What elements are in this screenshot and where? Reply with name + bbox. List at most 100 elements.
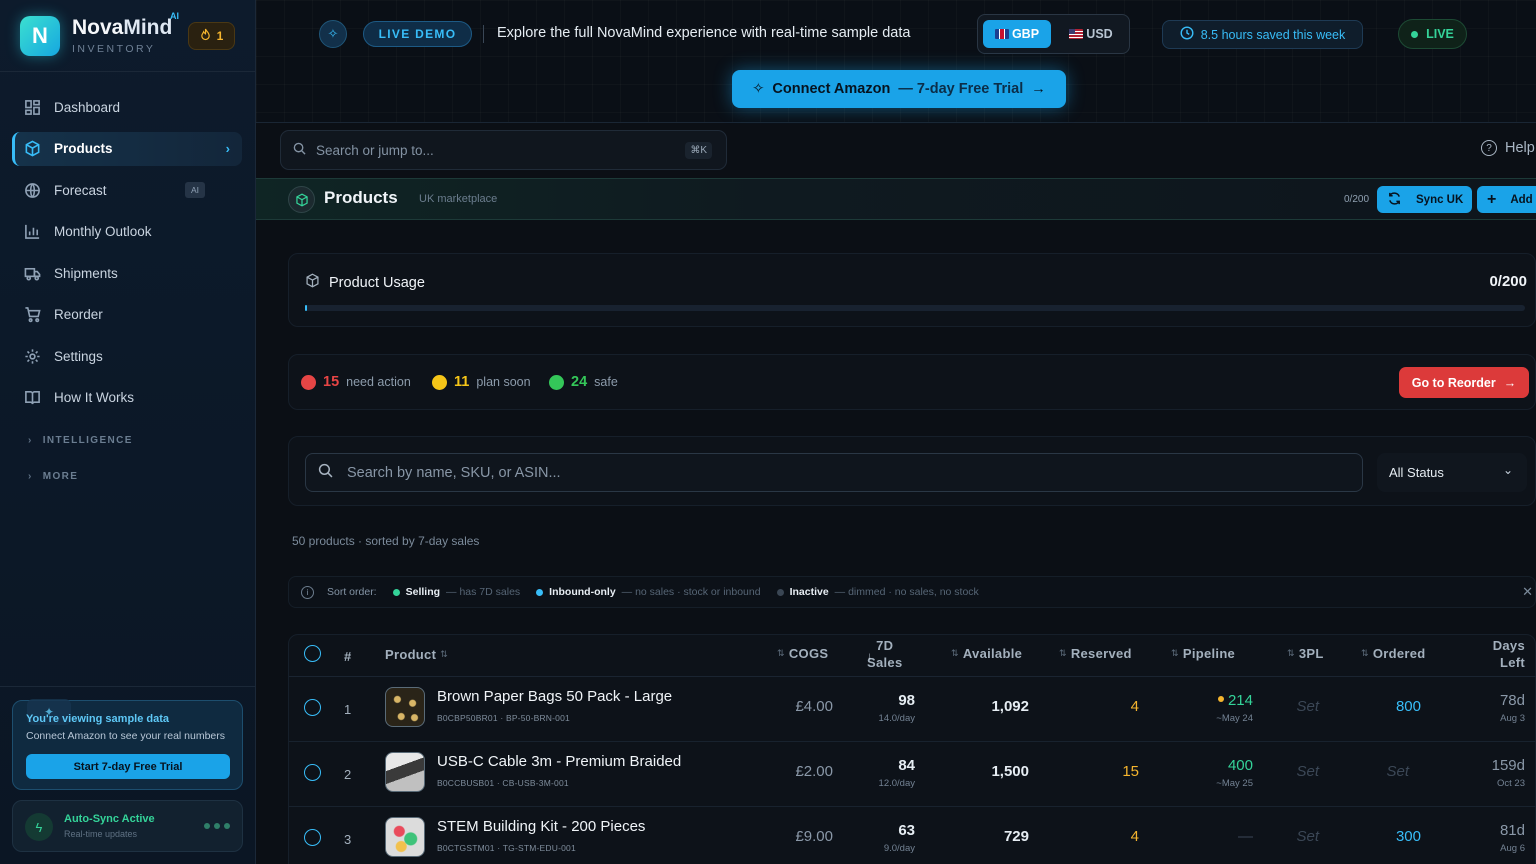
product-sku: B0CCBUSB01 · CB-USB-3M-001 [437, 778, 569, 788]
green-dot [392, 588, 400, 596]
brand-subtitle: INVENTORY [72, 43, 156, 55]
col-pipeline[interactable]: ⇅ Pipeline [1171, 646, 1235, 661]
col-days-left[interactable]: Days Left [1465, 638, 1525, 670]
table-row[interactable]: 1 Brown Paper Bags 50 Pack - Large B0CBP… [289, 677, 1536, 742]
sidebar-item-label: Monthly Outlook [54, 224, 152, 239]
col-3pl[interactable]: ⇅ 3PL [1287, 646, 1324, 661]
ordered-value[interactable]: 800 [1349, 698, 1421, 715]
sidebar-item-forecast[interactable]: Forecast AI [12, 173, 242, 207]
sidebar-item-settings[interactable]: Settings [12, 339, 242, 373]
pipeline-value: — [1238, 828, 1253, 845]
col-reserved[interactable]: ⇅ Reserved [1059, 646, 1132, 661]
close-icon[interactable]: ✕ [1522, 584, 1533, 600]
need-action-summary[interactable]: 15 need action [301, 374, 411, 390]
sidebar-item-label: Forecast [54, 182, 107, 198]
select-all-checkbox[interactable] [304, 645, 321, 662]
currency-gbp-button[interactable]: GBP [983, 20, 1051, 48]
ordered-value[interactable]: 300 [1349, 828, 1421, 845]
cart-icon [25, 307, 41, 323]
sidebar-section-intelligence[interactable]: › INTELLIGENCE [12, 423, 242, 459]
sidebar-item-label: How It Works [54, 390, 135, 405]
sidebar-item-how-it-works[interactable]: How It Works [12, 381, 242, 415]
col-cogs[interactable]: ⇅ COGS [777, 646, 828, 661]
sparkle-icon[interactable]: ✧ [319, 20, 347, 48]
go-to-reorder-button[interactable]: Go to Reorder → [1399, 367, 1529, 398]
3pl-set-link[interactable]: Set [1269, 698, 1319, 715]
us-flag-icon [1069, 29, 1084, 39]
arrow-right-icon: → [1503, 375, 1517, 390]
col-ordered[interactable]: ⇅ Ordered [1361, 646, 1426, 661]
product-search-input[interactable]: Search by name, SKU, or ASIN... [305, 453, 1363, 492]
sidebar-section-more[interactable]: › MORE [12, 459, 242, 495]
reserved-value: 4 [1130, 828, 1139, 845]
cogs-value: £4.00 [795, 698, 833, 715]
chevron-down-icon: ⌄ [1502, 463, 1513, 477]
global-search-input[interactable]: Search or jump to... ⌘K [280, 130, 727, 170]
table-row[interactable]: 2 USB-C Cable 3m - Premium Braided B0CCB… [289, 742, 1536, 807]
3pl-set-link[interactable]: Set [1269, 763, 1319, 780]
days-left-value: 78d [1499, 692, 1525, 709]
safe-summary[interactable]: 24 safe [549, 374, 618, 390]
chevron-right-icon: › [28, 471, 33, 482]
sort-order-legend: i Sort order: Selling — has 7D sales Inb… [288, 576, 1536, 608]
content: Product Usage 0/200 15 need action 11 pl… [256, 220, 1536, 864]
col-product[interactable]: Product ⇅ [385, 647, 448, 662]
product-usage-panel: Product Usage 0/200 [288, 253, 1536, 327]
usage-progress-bar [305, 305, 1525, 311]
bolt-icon: ϟ [25, 813, 53, 841]
truck-icon [24, 267, 41, 281]
sidebar-item-products[interactable]: Products › [12, 131, 242, 166]
sidebar-item-reorder[interactable]: Reorder [12, 298, 242, 332]
sidebar-item-monthly-outlook[interactable]: Monthly Outlook [12, 215, 242, 249]
clock-icon [1180, 26, 1194, 43]
table-row[interactable]: 3 STEM Building Kit - 200 Pieces B0CTGST… [289, 807, 1536, 864]
sales-value: 63 [898, 822, 915, 839]
row-checkbox[interactable] [304, 829, 321, 846]
row-checkbox[interactable] [304, 699, 321, 716]
divider [483, 25, 484, 43]
live-dot [1411, 30, 1419, 38]
sync-uk-button[interactable]: Sync UK [1377, 186, 1472, 213]
col-available[interactable]: ⇅ Available [951, 646, 1022, 661]
demo-banner: ✧ LIVE DEMO Explore the full NovaMind ex… [256, 0, 1536, 123]
product-name[interactable]: USB-C Cable 3m - Premium Braided [437, 753, 681, 770]
product-name[interactable]: STEM Building Kit - 200 Pieces [437, 818, 645, 835]
3pl-set-link[interactable]: Set [1269, 828, 1319, 845]
start-trial-button[interactable]: Start 7-day Free Trial [26, 754, 230, 779]
available-value: 1,092 [991, 698, 1029, 715]
product-name[interactable]: Brown Paper Bags 50 Pack - Large [437, 688, 672, 705]
days-left-value: 81d [1499, 822, 1525, 839]
streak-badge[interactable]: 1 [188, 22, 235, 50]
currency-usd-button[interactable]: USD [1058, 20, 1124, 48]
flame-icon [200, 28, 211, 44]
help-button[interactable]: ? Help [1481, 140, 1535, 156]
product-sku: B0CTGSTM01 · TG-STM-EDU-001 [437, 843, 576, 853]
sales-rate: 9.0/day [883, 843, 915, 854]
box-icon [288, 186, 315, 213]
brand-ai-tag: AI [170, 11, 179, 21]
status-summary-panel: 15 need action 11 plan soon 24 safe Go t… [288, 354, 1536, 410]
divider [0, 71, 255, 72]
search-icon [293, 142, 306, 158]
brand-logo: N [20, 16, 60, 56]
sidebar-item-dashboard[interactable]: Dashboard [12, 90, 242, 124]
row-checkbox[interactable] [304, 764, 321, 781]
sidebar-item-shipments[interactable]: Shipments [12, 256, 242, 290]
days-left-date: Aug 6 [1500, 843, 1525, 854]
ordered-set-link[interactable]: Set [1349, 763, 1409, 780]
sales-rate: 12.0/day [878, 778, 915, 789]
add-product-button[interactable]: + Add [1477, 186, 1536, 213]
sidebar-item-label: Settings [54, 348, 103, 364]
col-7d-sales[interactable]: 7D Sales [867, 638, 902, 670]
chevron-right-icon: › [225, 141, 230, 156]
auto-sync-card: ϟ Auto-Sync Active Real-time updates [12, 800, 243, 852]
product-thumbnail [385, 687, 425, 727]
connect-amazon-button[interactable]: ✧ Connect Amazon — 7-day Free Trial → [732, 70, 1066, 108]
status-filter-select[interactable]: All Status ⌄ [1377, 453, 1527, 492]
sort-icon: ⇅ [951, 648, 959, 658]
refresh-icon [1387, 191, 1402, 209]
red-dot [301, 374, 316, 390]
sort-icon: ⇅ [1361, 648, 1369, 658]
blue-dot [536, 588, 544, 596]
plan-soon-summary[interactable]: 11 plan soon [432, 374, 531, 390]
